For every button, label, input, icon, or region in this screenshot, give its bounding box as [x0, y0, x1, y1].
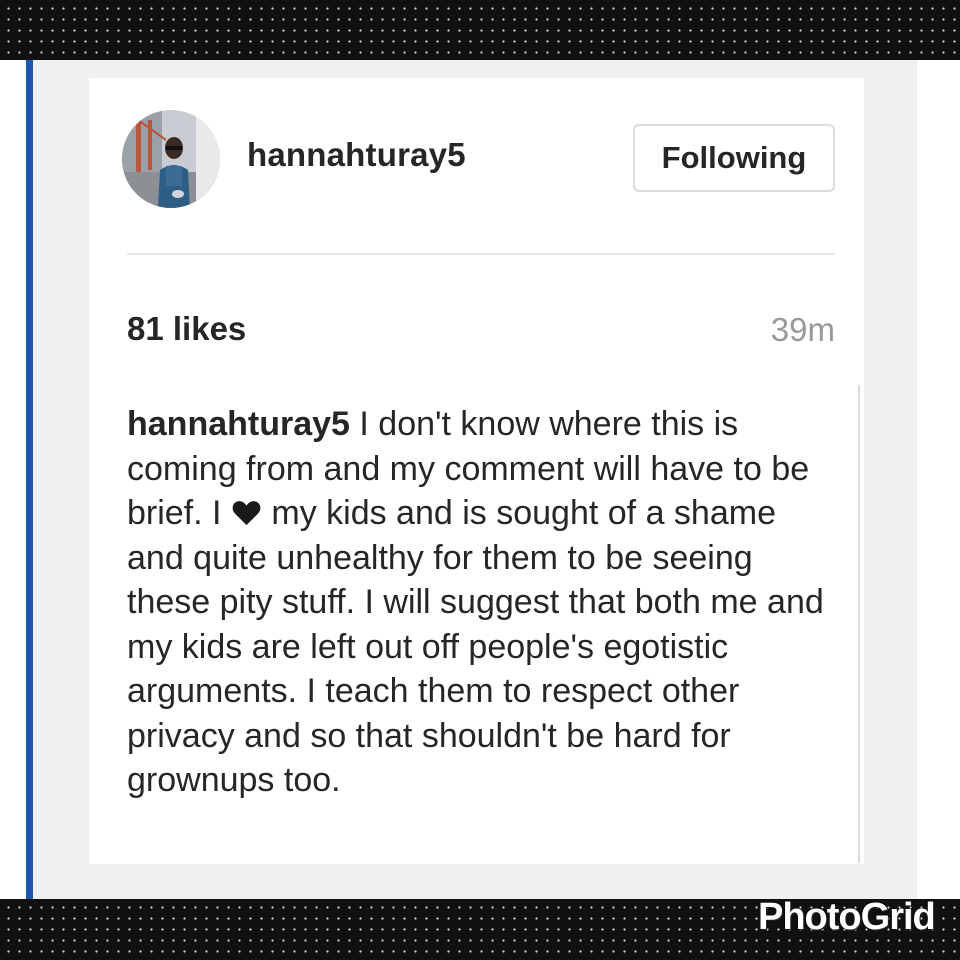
avatar-photo [122, 110, 220, 208]
likes-count[interactable]: 81 likes [127, 310, 246, 348]
following-button[interactable]: Following [633, 124, 835, 192]
accent-line [26, 60, 33, 899]
caption-text-end: my kids and is sought of a shame and qui… [127, 494, 824, 799]
avatar[interactable] [122, 110, 220, 208]
post-username[interactable]: hannahturay5 [247, 136, 466, 174]
post-caption: hannahturay5 I don't know where this is … [127, 402, 827, 803]
dotted-border-top [0, 0, 960, 60]
card-edge [858, 385, 860, 863]
header-divider [127, 253, 835, 255]
heart-icon [232, 501, 261, 526]
photogrid-watermark: PhotoGrid [758, 896, 936, 938]
caption-username[interactable]: hannahturay5 [127, 405, 350, 443]
post-time: 39m [770, 311, 835, 348]
